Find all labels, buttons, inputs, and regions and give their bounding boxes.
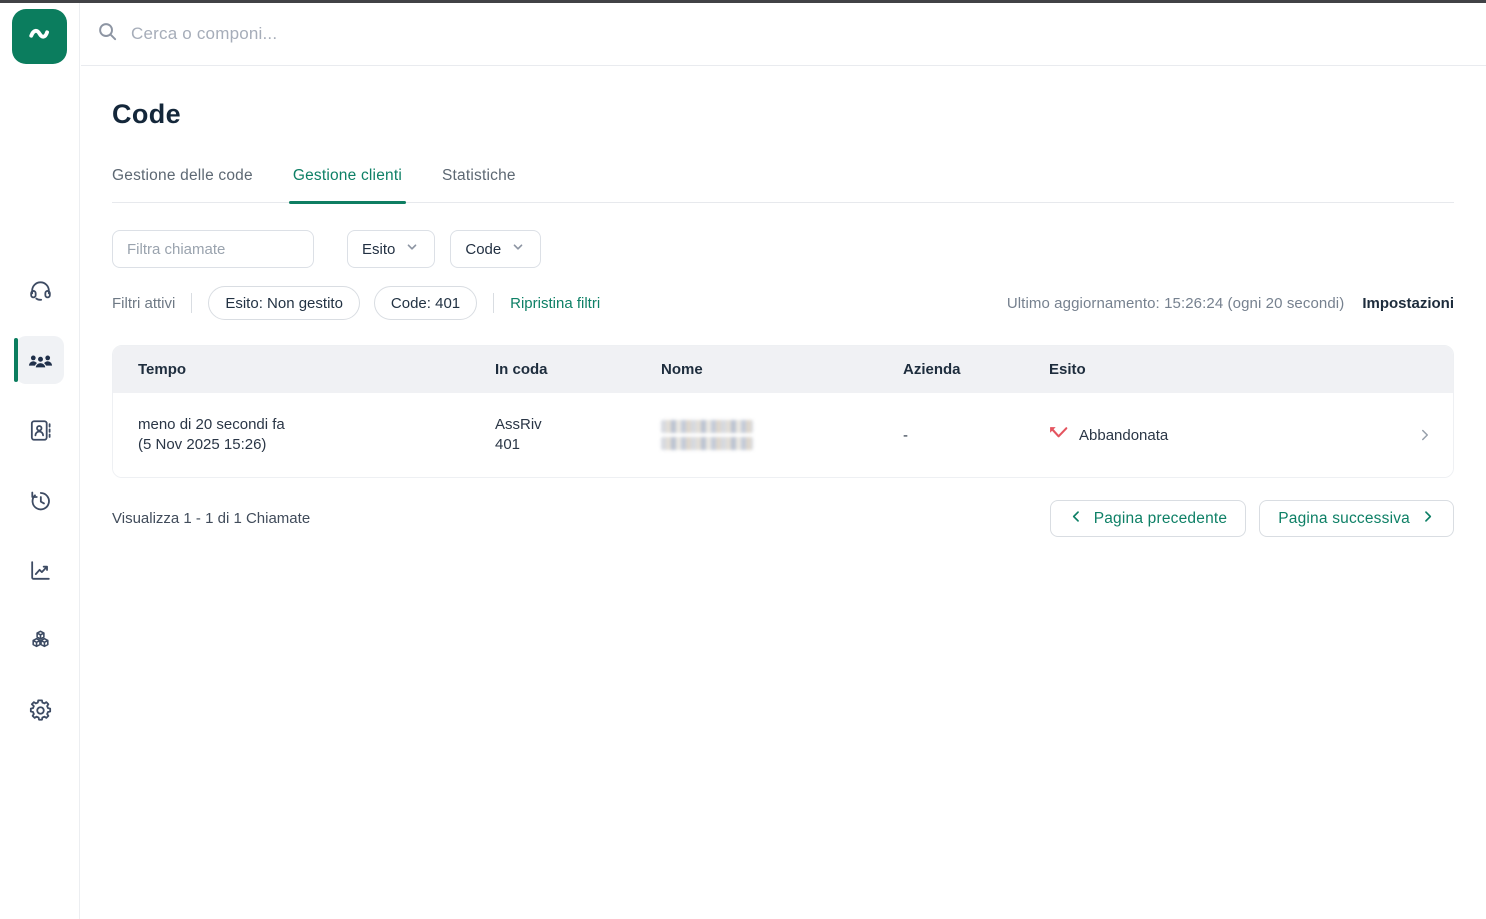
- esito-dropdown-label: Esito: [362, 241, 395, 258]
- sidebar-item-statistics[interactable]: [16, 546, 64, 594]
- wave-logo-icon: [23, 17, 57, 56]
- sidebar-item-settings[interactable]: [16, 686, 64, 734]
- previous-page-button[interactable]: Pagina precedente: [1050, 500, 1247, 537]
- filter-chip-code[interactable]: Code: 401: [374, 286, 477, 320]
- sidebar: [0, 0, 80, 919]
- tab-statistiche[interactable]: Statistiche: [442, 167, 516, 202]
- tempo-cell: meno di 20 secondi fa (5 Nov 2025 15:26): [138, 415, 495, 455]
- table-row[interactable]: meno di 20 secondi fa (5 Nov 2025 15:26)…: [113, 393, 1453, 477]
- filter-calls-input[interactable]: [112, 230, 314, 268]
- app-logo[interactable]: [12, 9, 67, 64]
- headset-icon: [27, 277, 54, 304]
- column-header-nome: Nome: [661, 361, 903, 378]
- main-content: Code Gestione delle code Gestione client…: [81, 66, 1486, 919]
- in-coda-cell: AssRiv 401: [495, 415, 661, 455]
- next-page-button[interactable]: Pagina successiva: [1259, 500, 1454, 537]
- settings-gear-icon: [27, 697, 54, 724]
- chevron-down-icon: [510, 239, 526, 259]
- column-header-azienda: Azienda: [903, 361, 1049, 378]
- global-search-input[interactable]: [131, 24, 651, 44]
- sidebar-item-history[interactable]: [16, 476, 64, 524]
- page-title: Code: [112, 99, 1454, 130]
- chevron-down-icon: [404, 239, 420, 259]
- divider: [493, 293, 494, 313]
- azienda-cell: -: [903, 427, 1049, 444]
- column-header-tempo: Tempo: [138, 361, 495, 378]
- line-chart-icon: [27, 557, 54, 584]
- sidebar-item-modules[interactable]: [16, 616, 64, 664]
- search-icon: [96, 20, 119, 48]
- people-group-icon: [27, 347, 54, 374]
- filter-chip-esito[interactable]: Esito: Non gestito: [208, 286, 360, 320]
- tab-gestione-clienti[interactable]: Gestione clienti: [293, 167, 402, 202]
- history-icon: [27, 487, 54, 514]
- pagination-row: Visualizza 1 - 1 di 1 Chiamate Pagina pr…: [112, 500, 1454, 537]
- esito-dropdown[interactable]: Esito: [347, 230, 435, 268]
- filter-row: Esito Code: [112, 230, 1454, 268]
- reset-filters-link[interactable]: Ripristina filtri: [510, 295, 600, 312]
- window-top-strip: [0, 0, 1486, 3]
- table-header-row: Tempo In coda Nome Azienda Esito: [113, 346, 1453, 393]
- sidebar-item-queues[interactable]: [16, 266, 64, 314]
- code-dropdown-label: Code: [465, 241, 501, 258]
- row-chevron-icon[interactable]: [1397, 426, 1453, 444]
- refresh-settings-button[interactable]: Impostazioni: [1362, 295, 1454, 312]
- cubes-icon: [27, 627, 54, 654]
- esito-cell: Abbandonata: [1049, 426, 1397, 445]
- code-dropdown[interactable]: Code: [450, 230, 541, 268]
- last-update-text: Ultimo aggiornamento: 15:26:24 (ogni 20 …: [1007, 295, 1345, 312]
- sidebar-nav: [0, 266, 80, 734]
- chevron-left-icon: [1069, 509, 1084, 529]
- column-header-esito: Esito: [1049, 361, 1397, 378]
- divider: [191, 293, 192, 313]
- tab-bar: Gestione delle code Gestione clienti Sta…: [112, 167, 1454, 203]
- sidebar-item-contacts[interactable]: [16, 406, 64, 454]
- active-filters-row: Filtri attivi Esito: Non gestito Code: 4…: [112, 286, 1454, 320]
- nome-cell-redacted: [661, 417, 903, 454]
- column-header-in-coda: In coda: [495, 361, 661, 378]
- missed-call-icon: [1049, 426, 1068, 445]
- tab-gestione-delle-code[interactable]: Gestione delle code: [112, 167, 253, 202]
- sidebar-item-customers[interactable]: [16, 336, 64, 384]
- pagination-summary: Visualizza 1 - 1 di 1 Chiamate: [112, 510, 310, 527]
- topbar: [81, 3, 1486, 66]
- esito-label: Abbandonata: [1079, 427, 1168, 444]
- calls-table: Tempo In coda Nome Azienda Esito meno di…: [112, 345, 1454, 478]
- active-filters-label: Filtri attivi: [112, 295, 175, 312]
- contact-book-icon: [27, 417, 54, 444]
- chevron-right-icon: [1420, 509, 1435, 529]
